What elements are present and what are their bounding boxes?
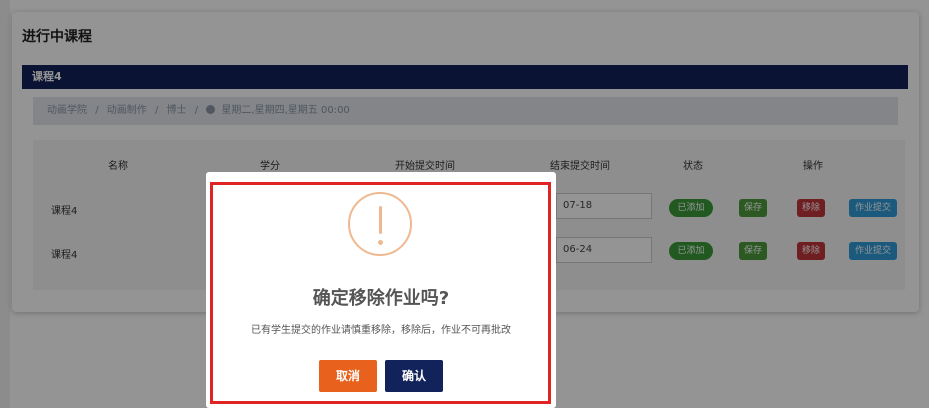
confirm-button[interactable]: 确认: [385, 360, 443, 392]
warning-icon-bar: [379, 206, 382, 234]
dialog-title: 确定移除作业吗?: [312, 288, 450, 309]
cancel-button[interactable]: 取消: [319, 360, 377, 392]
warning-icon: [348, 192, 412, 256]
warning-icon-dot: [378, 240, 383, 245]
dialog-message: 已有学生提交的作业请慎重移除，移除后，作业不可再批改: [251, 325, 511, 336]
